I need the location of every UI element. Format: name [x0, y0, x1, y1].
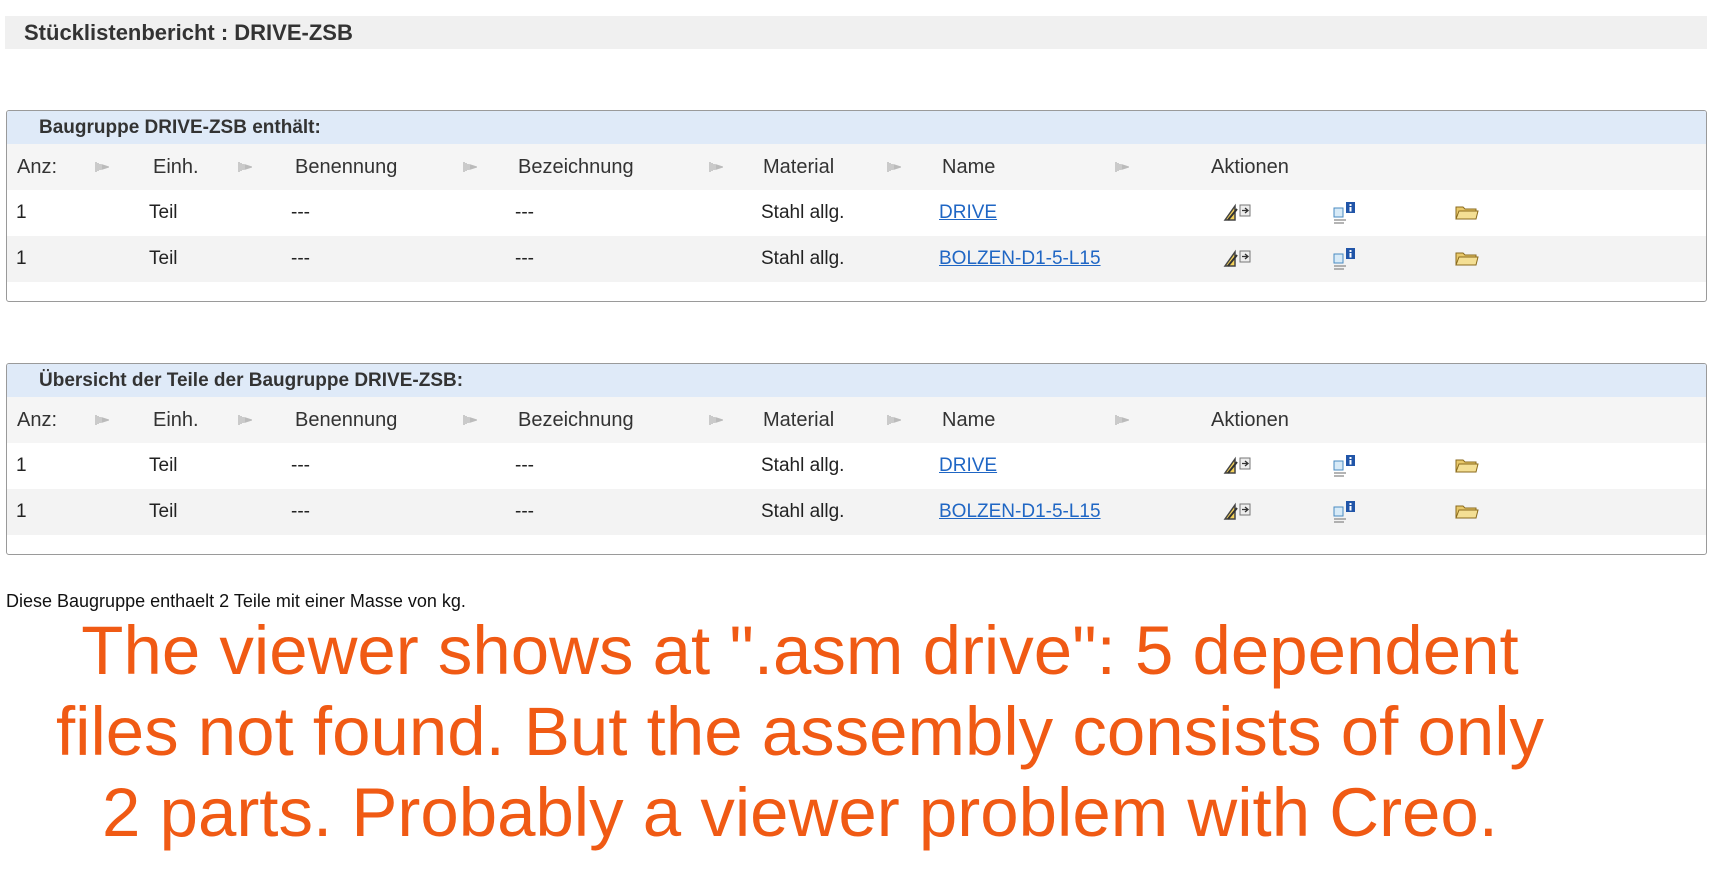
sort-icon[interactable] — [238, 161, 252, 173]
properties-info-icon[interactable] — [1332, 200, 1362, 226]
column-header-anz[interactable]: Anz: — [17, 144, 57, 190]
column-header-bezeichnung[interactable]: Bezeichnung — [518, 144, 634, 190]
bom-panel-parts-overview: Übersicht der Teile der Baugruppe DRIVE-… — [6, 363, 1707, 555]
cell-einh: Teil — [149, 501, 178, 522]
column-header-material[interactable]: Material — [763, 397, 834, 443]
cell-anz: 1 — [16, 202, 27, 223]
column-header-anz[interactable]: Anz: — [17, 397, 57, 443]
cell-benennung: --- — [291, 202, 310, 223]
drawing-edit-icon[interactable] — [1223, 453, 1253, 479]
sort-icon[interactable] — [95, 414, 109, 426]
open-folder-icon[interactable] — [1453, 453, 1483, 479]
table-row: 1 Teil --- --- Stahl allg. DRIVE — [7, 190, 1706, 236]
sort-icon[interactable] — [709, 414, 723, 426]
sort-icon[interactable] — [463, 414, 477, 426]
cell-einh: Teil — [149, 202, 178, 223]
column-header-name[interactable]: Name — [942, 144, 995, 190]
cell-benennung: --- — [291, 455, 310, 476]
drawing-edit-icon[interactable] — [1223, 246, 1253, 272]
annotation-line: 2 parts. Probably a viewer problem with … — [102, 774, 1498, 851]
cell-material: Stahl allg. — [761, 501, 845, 522]
table-row: 1 Teil --- --- Stahl allg. BOLZEN-D1-5-L… — [7, 236, 1706, 282]
properties-info-icon[interactable] — [1332, 453, 1362, 479]
sort-icon[interactable] — [887, 161, 901, 173]
table-row: 1 Teil --- --- Stahl allg. BOLZEN-D1-5-L… — [7, 489, 1706, 535]
cell-material: Stahl allg. — [761, 202, 845, 223]
cell-name: DRIVE — [939, 190, 997, 236]
cell-name: BOLZEN-D1-5-L15 — [939, 489, 1101, 535]
cell-anz: 1 — [16, 501, 27, 522]
column-header-aktionen: Aktionen — [1211, 156, 1289, 178]
column-header-einh[interactable]: Einh. — [153, 397, 199, 443]
column-header-benennung[interactable]: Benennung — [295, 144, 397, 190]
part-name-link[interactable]: BOLZEN-D1-5-L15 — [939, 501, 1101, 522]
drawing-edit-icon[interactable] — [1223, 200, 1253, 226]
page-title: Stücklistenbericht : DRIVE-ZSB — [5, 16, 1707, 49]
cell-name: BOLZEN-D1-5-L15 — [939, 236, 1101, 282]
sort-icon[interactable] — [709, 161, 723, 173]
drawing-edit-icon[interactable] — [1223, 499, 1253, 525]
cell-material: Stahl allg. — [761, 455, 845, 476]
cell-einh: Teil — [149, 248, 178, 269]
annotation-line: files not found. But the assembly consis… — [55, 693, 1545, 770]
annotation-line: The viewer shows at ".asm drive": 5 depe… — [81, 612, 1519, 689]
cell-bezeichnung: --- — [515, 202, 534, 223]
cell-material: Stahl allg. — [761, 248, 845, 269]
cell-bezeichnung: --- — [515, 455, 534, 476]
column-header-material[interactable]: Material — [763, 144, 834, 190]
properties-info-icon[interactable] — [1332, 246, 1362, 272]
part-name-link[interactable]: DRIVE — [939, 455, 997, 476]
cell-anz: 1 — [16, 248, 27, 269]
table-header-row: Anz: Einh. Benennung Bezeichnung Materia… — [7, 144, 1706, 190]
column-header-name[interactable]: Name — [942, 397, 995, 443]
sort-icon[interactable] — [463, 161, 477, 173]
part-name-link[interactable]: DRIVE — [939, 202, 997, 223]
open-folder-icon[interactable] — [1453, 499, 1483, 525]
column-header-bezeichnung[interactable]: Bezeichnung — [518, 397, 634, 443]
cell-benennung: --- — [291, 248, 310, 269]
sort-icon[interactable] — [1115, 414, 1129, 426]
column-header-einh[interactable]: Einh. — [153, 144, 199, 190]
cell-bezeichnung: --- — [515, 248, 534, 269]
open-folder-icon[interactable] — [1453, 200, 1483, 226]
cell-anz: 1 — [16, 455, 27, 476]
properties-info-icon[interactable] — [1332, 499, 1362, 525]
cell-name: DRIVE — [939, 443, 997, 489]
table-header-row: Anz: Einh. Benennung Bezeichnung Materia… — [7, 397, 1706, 443]
annotation-overlay: The viewer shows at ".asm drive": 5 depe… — [0, 610, 1600, 853]
sort-icon[interactable] — [238, 414, 252, 426]
sort-icon[interactable] — [95, 161, 109, 173]
part-name-link[interactable]: BOLZEN-D1-5-L15 — [939, 248, 1101, 269]
cell-benennung: --- — [291, 501, 310, 522]
table-row: 1 Teil --- --- Stahl allg. DRIVE — [7, 443, 1706, 489]
panel-header: Übersicht der Teile der Baugruppe DRIVE-… — [7, 364, 1706, 397]
open-folder-icon[interactable] — [1453, 246, 1483, 272]
column-header-benennung[interactable]: Benennung — [295, 397, 397, 443]
panel-header: Baugruppe DRIVE-ZSB enthält: — [7, 111, 1706, 144]
assembly-summary-text: Diese Baugruppe enthaelt 2 Teile mit ein… — [6, 591, 466, 611]
cell-bezeichnung: --- — [515, 501, 534, 522]
column-header-aktionen: Aktionen — [1211, 409, 1289, 431]
sort-icon[interactable] — [1115, 161, 1129, 173]
bom-panel-assembly-contents: Baugruppe DRIVE-ZSB enthält: Anz: Einh. … — [6, 110, 1707, 302]
cell-einh: Teil — [149, 455, 178, 476]
sort-icon[interactable] — [887, 414, 901, 426]
